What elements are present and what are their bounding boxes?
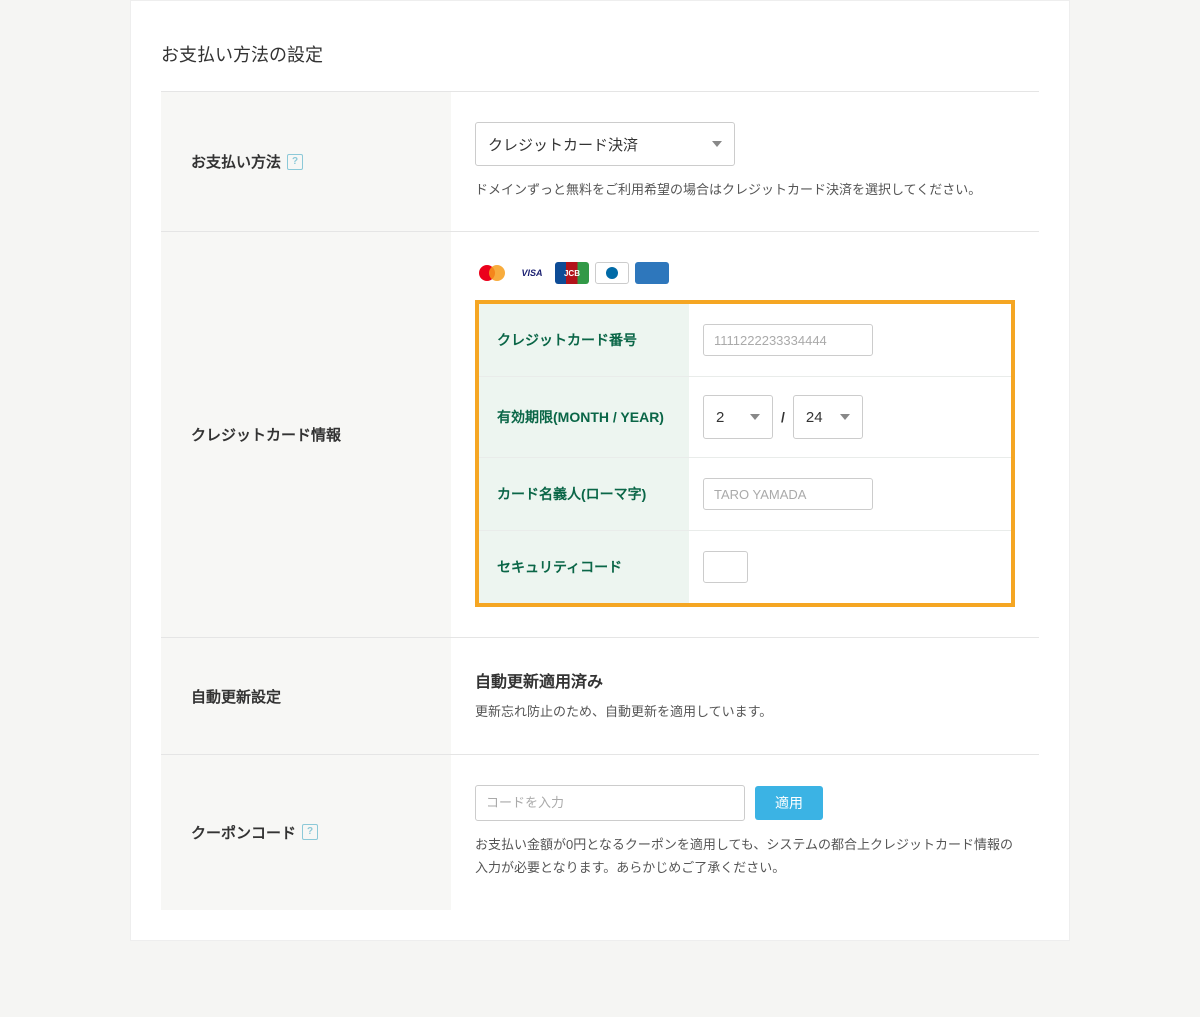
payment-method-label: お支払い方法 ?	[161, 92, 451, 231]
auto-renew-label: 自動更新設定	[161, 638, 451, 753]
cc-expiry-month-select[interactable]: 2	[703, 395, 773, 439]
cc-number-label: クレジットカード番号	[479, 304, 689, 376]
cc-info-label: クレジットカード情報	[161, 232, 451, 637]
apply-coupon-button[interactable]: 適用	[755, 786, 823, 820]
payment-method-selected: クレジットカード決済	[488, 134, 638, 155]
coupon-note: お支払い金額が0円となるクーポンを適用しても、システムの都合上クレジットカード情…	[475, 833, 1015, 880]
coupon-label: クーポンコード ?	[161, 755, 451, 910]
expiry-separator: /	[781, 409, 785, 425]
row-payment-method: お支払い方法 ? クレジットカード決済 ドメインずっと無料をご利用希望の場合はク…	[161, 92, 1039, 232]
cc-expiry-year-select[interactable]: 24	[793, 395, 863, 439]
mastercard-icon	[475, 262, 509, 284]
cc-cvv-label: セキュリティコード	[479, 531, 689, 603]
row-coupon: クーポンコード ? 適用 お支払い金額が0円となるクーポンを適用しても、システム…	[161, 755, 1039, 910]
jcb-icon: JCB	[555, 262, 589, 284]
help-icon[interactable]: ?	[287, 154, 303, 170]
payment-settings-card: お支払い方法の設定 お支払い方法 ? クレジットカード決済 ドメインずっと無料を…	[130, 0, 1070, 941]
page-title: お支払い方法の設定	[161, 1, 1039, 92]
cc-number-input[interactable]	[703, 324, 873, 356]
coupon-label-text: クーポンコード	[191, 822, 296, 843]
payment-method-select[interactable]: クレジットカード決済	[475, 122, 735, 166]
cc-expiry-year-value: 24	[806, 409, 823, 426]
payment-method-note: ドメインずっと無料をご利用希望の場合はクレジットカード決済を選択してください。	[475, 178, 1015, 201]
cc-fields-table: クレジットカード番号 有効期限(MONTH / YEAR) 2 /	[475, 300, 1015, 607]
visa-icon: VISA	[515, 262, 549, 284]
row-auto-renew: 自動更新設定 自動更新適用済み 更新忘れ防止のため、自動更新を適用しています。	[161, 638, 1039, 754]
auto-renew-status: 自動更新適用済み	[475, 668, 1015, 692]
chevron-down-icon	[840, 414, 850, 420]
cc-expiry-label: 有効期限(MONTH / YEAR)	[479, 377, 689, 457]
cc-name-input[interactable]	[703, 478, 873, 510]
cc-cvv-input[interactable]	[703, 551, 748, 583]
cc-expiry-month-value: 2	[716, 409, 724, 426]
card-brand-row: VISA JCB	[475, 262, 1015, 284]
diners-icon	[595, 262, 629, 284]
amex-icon	[635, 262, 669, 284]
row-cc-info: クレジットカード情報 VISA JCB クレジットカード番号	[161, 232, 1039, 638]
chevron-down-icon	[712, 141, 722, 147]
coupon-input[interactable]	[475, 785, 745, 821]
auto-renew-note: 更新忘れ防止のため、自動更新を適用しています。	[475, 700, 1015, 723]
cc-name-label: カード名義人(ローマ字)	[479, 458, 689, 530]
help-icon[interactable]: ?	[302, 824, 318, 840]
payment-method-label-text: お支払い方法	[191, 151, 281, 172]
chevron-down-icon	[750, 414, 760, 420]
